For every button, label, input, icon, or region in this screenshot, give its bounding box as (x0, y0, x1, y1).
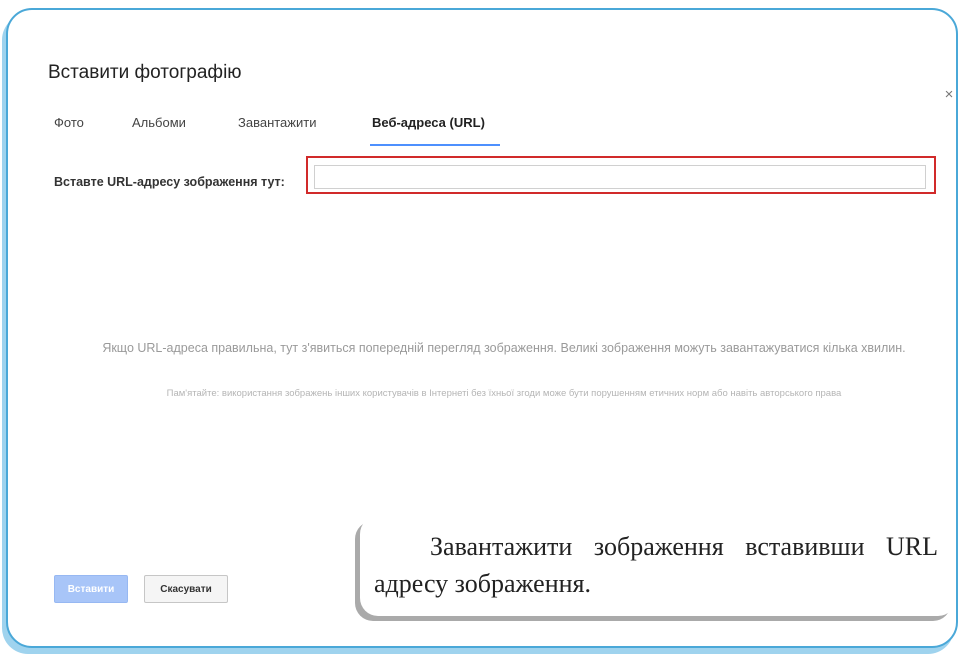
close-icon[interactable]: × (942, 87, 956, 102)
tab-albums[interactable]: Альбоми (132, 115, 186, 130)
insert-button[interactable]: Вставити (54, 575, 128, 603)
tab-bar: Фото Альбоми Завантажити Веб-адреса (URL… (48, 110, 928, 146)
tab-photos[interactable]: Фото (54, 115, 84, 130)
caption-box: Завантажити зображення вставивши URL адр… (360, 516, 956, 616)
tab-web-address[interactable]: Веб-адреса (URL) (372, 115, 485, 130)
url-input[interactable] (314, 165, 926, 189)
caption-text: Завантажити зображення вставивши URL адр… (374, 532, 938, 598)
url-field-label: Вставте URL-адресу зображення тут: (54, 175, 285, 189)
dialog-title: Вставити фотографію (48, 62, 242, 83)
preview-message: Якщо URL-адреса правильна, тут з'явиться… (102, 341, 906, 355)
active-tab-indicator (370, 144, 500, 146)
cancel-button[interactable]: Скасувати (144, 575, 228, 603)
tab-upload[interactable]: Завантажити (238, 115, 316, 130)
copyright-warning: Пам'ятайте: використання зображень інших… (166, 388, 842, 399)
